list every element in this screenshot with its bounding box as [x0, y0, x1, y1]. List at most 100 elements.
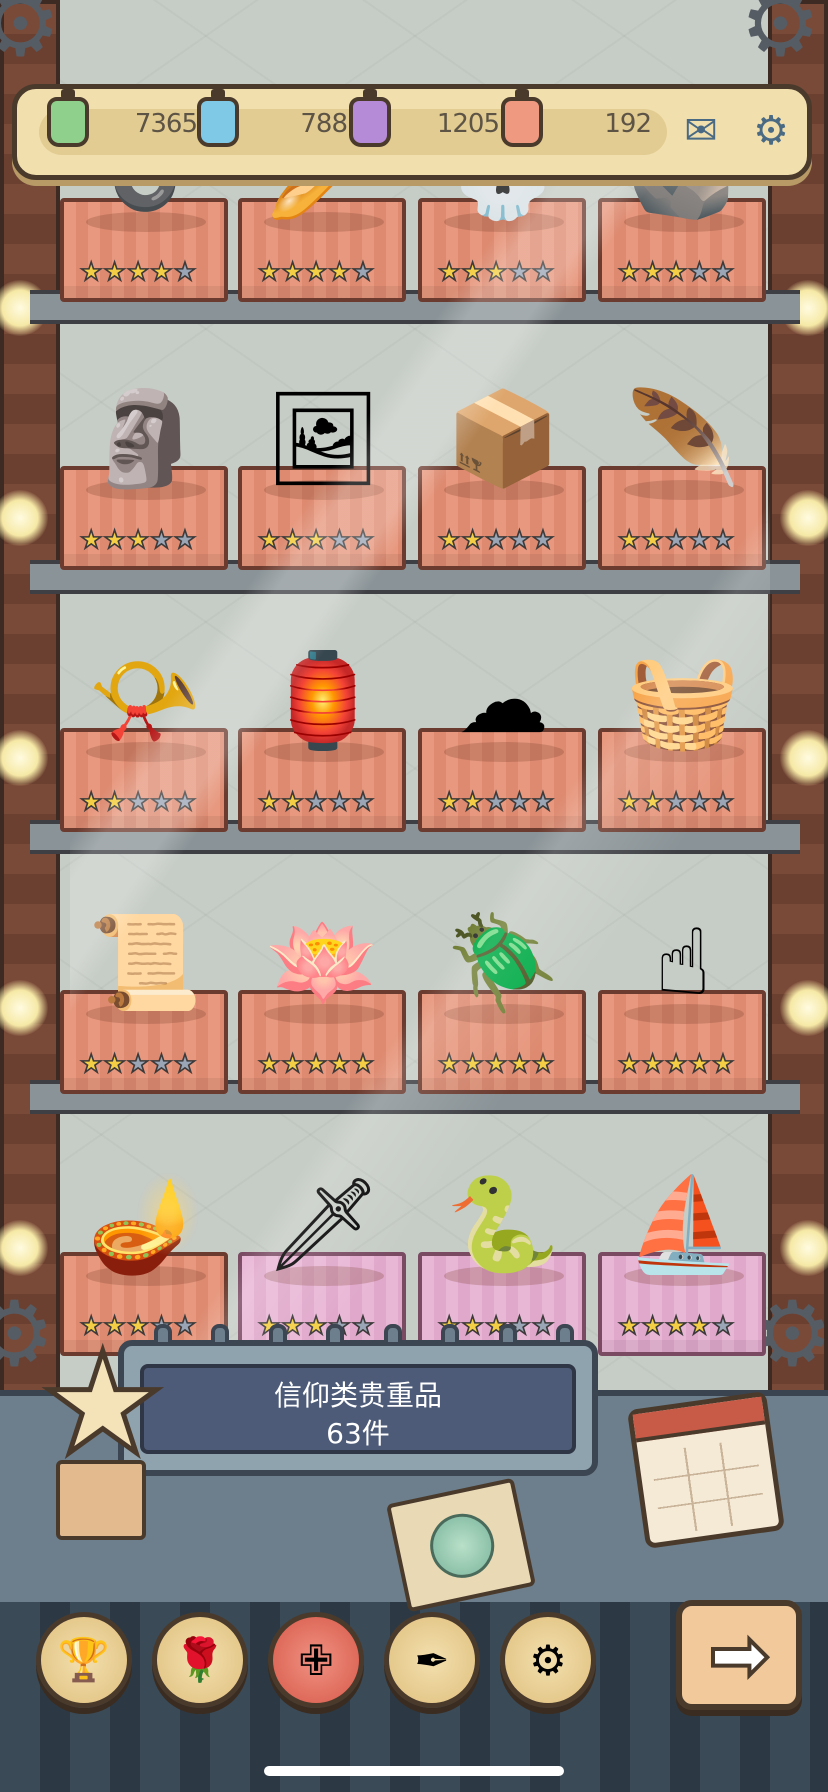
star-filled-icon: ★	[304, 525, 328, 554]
star-empty-icon: ★	[327, 787, 351, 816]
star-rating: ★★★★★	[617, 787, 735, 816]
star-filled-icon: ★	[461, 257, 485, 286]
star-filled-icon: ★	[281, 1049, 305, 1078]
next-button[interactable]: ➡	[676, 1600, 802, 1710]
gear-decoration-icon: ⚙	[740, 0, 821, 77]
star-empty-icon: ★	[507, 787, 531, 816]
green-ink-bottle-icon	[47, 89, 89, 147]
quill-icon: ✒	[414, 1635, 450, 1685]
star-rating: ★★★★★	[617, 1049, 735, 1078]
serpent-idol-icon[interactable]: 🐍	[438, 1160, 568, 1290]
star-filled-icon: ★	[103, 257, 127, 286]
star-rating: ★★★★★	[79, 787, 197, 816]
star-rating: ★★★★★	[257, 257, 375, 286]
sign-screen: 信仰类贵重品 63件	[140, 1364, 576, 1454]
star-empty-icon: ★	[351, 787, 375, 816]
calendar-grid	[650, 1437, 767, 1536]
star-filled-icon: ★	[461, 525, 485, 554]
star-filled-icon: ★	[484, 257, 508, 286]
star-rating: ★★★★★	[437, 257, 555, 286]
magic-lamp-icon[interactable]: 🪔	[80, 1160, 210, 1290]
star-filled-icon: ★	[103, 1049, 127, 1078]
three-faced-bust-icon[interactable]: 🗿	[80, 374, 210, 504]
star-filled-icon: ★	[641, 1049, 665, 1078]
star-rating: ★★★★★	[257, 787, 375, 816]
star-filled-icon: ★	[281, 257, 305, 286]
star-filled-icon: ★	[304, 1049, 328, 1078]
flaming-sword-icon[interactable]: 🗡	[258, 1160, 388, 1290]
star-empty-icon: ★	[327, 525, 351, 554]
star-filled-icon: ★	[281, 787, 305, 816]
star-filled-icon: ★	[126, 525, 150, 554]
red-ink-bottle-icon	[501, 89, 543, 147]
item-count: 63件	[326, 1417, 390, 1450]
star-filled-icon: ★	[687, 1049, 711, 1078]
star-filled-icon: ★	[617, 257, 641, 286]
star-filled-icon: ★	[351, 1049, 375, 1078]
gear-decoration-icon: ⚙	[0, 0, 61, 77]
sailing-ship-icon[interactable]: ⛵	[618, 1160, 748, 1290]
nav-cross-button[interactable]: ✙	[268, 1612, 364, 1708]
calendar-icon[interactable]	[626, 1390, 786, 1550]
star-filled-icon: ★	[304, 257, 328, 286]
cloud-relic-icon[interactable]: ☁	[438, 636, 568, 766]
blue-ink-bottle-icon	[197, 89, 239, 147]
wall-lamp	[780, 980, 828, 1036]
star-rating: ★★★★★	[79, 525, 197, 554]
pointing-hand-statue-icon[interactable]: ☝	[618, 898, 748, 1028]
golden-feather-icon[interactable]: 🪶	[618, 374, 748, 504]
nav-quill-button[interactable]: ✒	[384, 1612, 480, 1708]
star-filled-icon: ★	[664, 257, 688, 286]
lantern-relic-icon[interactable]: 🏮	[258, 636, 388, 766]
currency-1: 7365	[47, 89, 198, 157]
category-title: 信仰类贵重品	[273, 1379, 442, 1412]
jeweled-scarab-icon[interactable]: 🪲	[438, 898, 568, 1028]
trophy-icon: 🏆	[57, 1635, 111, 1684]
star-empty-icon: ★	[687, 787, 711, 816]
star-filled-icon: ★	[617, 1311, 641, 1340]
golden-ark-icon[interactable]: 📦	[438, 374, 568, 504]
star-filled-icon: ★	[687, 1311, 711, 1340]
star-filled-icon: ★	[257, 257, 281, 286]
star-filled-icon: ★	[641, 1311, 665, 1340]
star-filled-icon: ★	[103, 525, 127, 554]
star-empty-icon: ★	[687, 525, 711, 554]
home-indicator[interactable]	[264, 1766, 564, 1776]
star-filled-icon: ★	[281, 525, 305, 554]
painted-scroll-icon[interactable]: 📜	[80, 898, 210, 1028]
star-filled-icon: ★	[126, 257, 150, 286]
star-filled-icon: ★	[641, 257, 665, 286]
wall-lamp	[780, 730, 828, 786]
star-rating: ★★★★★	[617, 257, 735, 286]
star-trophy-icon[interactable]: ★	[38, 1332, 168, 1477]
lotus-flame-icon[interactable]: 🪷	[258, 898, 388, 1028]
star-empty-icon: ★	[687, 257, 711, 286]
star-empty-icon: ★	[664, 787, 688, 816]
star-empty-icon: ★	[531, 525, 555, 554]
star-rating: ★★★★★	[437, 1049, 555, 1078]
star-rating: ★★★★★	[79, 257, 197, 286]
star-filled-icon: ★	[507, 1049, 531, 1078]
golden-horn-icon[interactable]: 📯	[80, 636, 210, 766]
star-filled-icon: ★	[79, 787, 103, 816]
nav-rose-button[interactable]: 🌹	[152, 1612, 248, 1708]
star-empty-icon: ★	[507, 525, 531, 554]
gear-icon: ⚙	[529, 1635, 567, 1685]
star-filled-icon: ★	[437, 787, 461, 816]
nav-trophy-button[interactable]: 🏆	[36, 1612, 132, 1708]
star-empty-icon: ★	[664, 525, 688, 554]
right-wall-frame	[768, 0, 828, 1400]
holy-shroud-icon[interactable]: 🖼	[258, 374, 388, 504]
gear-icon[interactable]: ⚙	[741, 103, 801, 159]
nav-gear-button[interactable]: ⚙	[500, 1612, 596, 1708]
star-empty-icon: ★	[173, 525, 197, 554]
bread-basket-icon[interactable]: 🧺	[618, 636, 748, 766]
currency-value: 788	[300, 109, 348, 139]
wall-lamp	[780, 1220, 828, 1276]
star-empty-icon: ★	[531, 257, 555, 286]
star-empty-icon: ★	[149, 525, 173, 554]
mail-icon[interactable]: ✉	[671, 103, 731, 159]
currency-2: 788	[197, 89, 348, 157]
star-empty-icon: ★	[711, 257, 735, 286]
star-rating: ★★★★★	[437, 787, 555, 816]
